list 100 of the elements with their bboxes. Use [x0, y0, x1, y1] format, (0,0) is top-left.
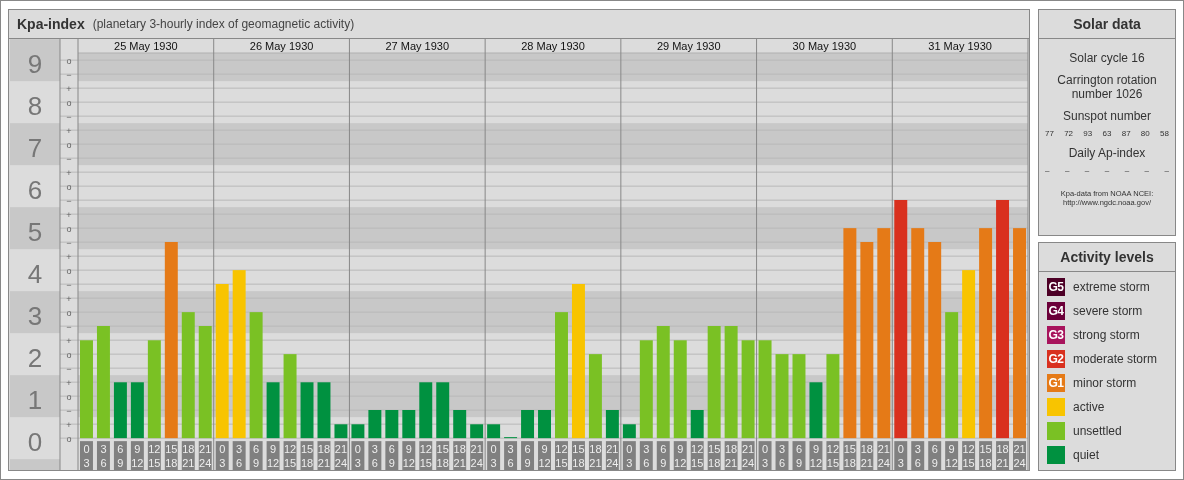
minor-tick-label: − — [66, 111, 72, 122]
axis-tick-label: 4 — [27, 259, 43, 290]
minor-tick-label: + — [66, 125, 72, 136]
legend-label: extreme storm — [1073, 280, 1150, 294]
x-tick-label: 3 6 — [371, 443, 378, 470]
date-label: 30 May 1930 — [792, 39, 857, 52]
box-title: Solar data — [1039, 10, 1175, 39]
sunspot-value: 87 — [1121, 129, 1131, 138]
x-tick-label: 3 6 — [236, 443, 243, 470]
time-slot-label: 3 6 — [504, 441, 518, 470]
minor-tick-label: − — [66, 405, 72, 416]
time-slot-label: 12 15 — [962, 441, 976, 470]
ap-heading: Daily Ap-index — [1068, 146, 1146, 160]
date-label: 26 May 1930 — [249, 39, 314, 52]
x-tick-label: 6 9 — [388, 443, 395, 470]
axis-tick-label: 6 — [27, 175, 43, 206]
minor-tick-label: o — [66, 55, 72, 66]
time-slot-label: 9 12 — [402, 441, 416, 470]
minor-tick-label: o — [66, 307, 72, 318]
time-slot-label: 9 12 — [945, 441, 959, 470]
x-tick-label: 0 3 — [626, 443, 633, 470]
date-label: 27 May 1930 — [385, 39, 450, 52]
time-slot-label: 3 6 — [368, 441, 382, 470]
axis-tick-label: 3 — [27, 301, 43, 332]
box-title: Activity levels — [1039, 243, 1175, 272]
minor-tick-label: + — [66, 209, 72, 220]
time-slot-label: 12 15 — [826, 441, 840, 470]
solar-cycle-text: Solar cycle 16 — [1069, 51, 1145, 65]
x-tick-label: 6 9 — [253, 443, 260, 470]
minor-tick-label: − — [66, 153, 72, 164]
legend-swatch: G3 — [1047, 326, 1065, 344]
legend-swatch: G4 — [1047, 302, 1065, 320]
axis-tick-label: 9 — [27, 49, 43, 80]
time-slot-label: 21 24 — [334, 441, 348, 470]
sunspot-value: 72 — [1064, 129, 1074, 138]
ap-value: – — [1045, 166, 1050, 175]
axis-tick-label: 5 — [27, 217, 43, 248]
time-slot-label: 0 3 — [894, 441, 908, 470]
legend-label: moderate storm — [1073, 352, 1158, 366]
date-label: 25 May 1930 — [114, 39, 178, 52]
minor-tick-label: − — [66, 279, 72, 290]
legend-swatch: G2 — [1047, 350, 1065, 368]
date-label: 31 May 1930 — [928, 39, 992, 52]
time-slot-label: 9 12 — [809, 441, 823, 470]
minor-tick-label: + — [66, 83, 72, 94]
time-slot-label: 3 6 — [911, 441, 925, 470]
ap-value: – — [1104, 166, 1110, 175]
x-tick-label: 3 6 — [643, 443, 650, 470]
time-slot-label: 0 3 — [351, 441, 365, 470]
minor-tick-label: + — [66, 293, 72, 304]
ap-value: – — [1064, 166, 1070, 175]
legend-label: quiet — [1073, 448, 1100, 462]
time-slot-label: 15 18 — [843, 441, 857, 470]
minor-tick-label: o — [66, 223, 72, 234]
x-tick-label: 3 6 — [507, 443, 514, 470]
x-tick-label: 6 9 — [524, 443, 531, 470]
time-slot-label: 6 9 — [521, 441, 535, 470]
minor-tick-label: o — [66, 433, 72, 444]
x-tick-label: 0 3 — [897, 443, 904, 470]
legend-label: minor storm — [1073, 376, 1137, 390]
x-tick-label: 6 9 — [931, 443, 938, 470]
axis-tick-label: 2 — [27, 343, 43, 374]
minor-tick-label: − — [66, 363, 72, 374]
minor-tick-label: o — [66, 391, 72, 402]
minor-tick-label: − — [66, 321, 72, 332]
minor-tick-label: − — [66, 237, 72, 248]
legend-label: severe storm — [1073, 304, 1143, 318]
minor-tick-label: o — [66, 97, 72, 108]
minor-tick-label: + — [66, 251, 72, 262]
ap-value: – — [1084, 166, 1090, 175]
minor-tick-label: o — [66, 181, 72, 192]
time-slot-label: 15 18 — [436, 441, 450, 470]
x-tick-label: 3 6 — [914, 443, 921, 470]
minor-tick-label: − — [66, 69, 72, 80]
ap-value: – — [1144, 166, 1150, 175]
time-slot-label: 6 9 — [385, 441, 399, 470]
panel-title: Kpa-index — [17, 15, 85, 32]
sunspot-value: 63 — [1102, 129, 1112, 138]
date-label: 28 May 1930 — [521, 39, 585, 52]
sunspot-value: 58 — [1160, 129, 1169, 138]
time-slot-label: 12 15 — [419, 441, 433, 470]
time-slot-label: 12 15 — [555, 441, 568, 470]
time-slot-label: 6 9 — [928, 441, 942, 470]
time-slot-label: 21 24 — [470, 441, 484, 470]
sunspot-value: 93 — [1083, 129, 1093, 138]
time-slot-label: 15 18 — [979, 441, 993, 470]
sunspot-heading: Sunspot number — [1062, 109, 1152, 123]
x-tick-label: 6 9 — [117, 443, 124, 470]
time-slot-label: 21 24 — [877, 441, 891, 470]
minor-tick-label: − — [66, 195, 72, 206]
minor-tick-label: o — [66, 139, 72, 150]
ap-value: – — [1124, 166, 1130, 175]
minor-tick-label: + — [66, 377, 72, 388]
time-slot-label: 18 21 — [453, 441, 467, 470]
time-slot-label: 9 12 — [538, 441, 551, 470]
panel-subtitle: (planetary 3-hourly index of geomagnetic activity) — [92, 16, 355, 31]
x-tick-label: 0 3 — [219, 443, 226, 470]
x-tick-label: 3 6 — [100, 443, 107, 470]
legend-swatch: G5 — [1047, 278, 1065, 296]
axis-tick-label: 7 — [27, 133, 43, 164]
